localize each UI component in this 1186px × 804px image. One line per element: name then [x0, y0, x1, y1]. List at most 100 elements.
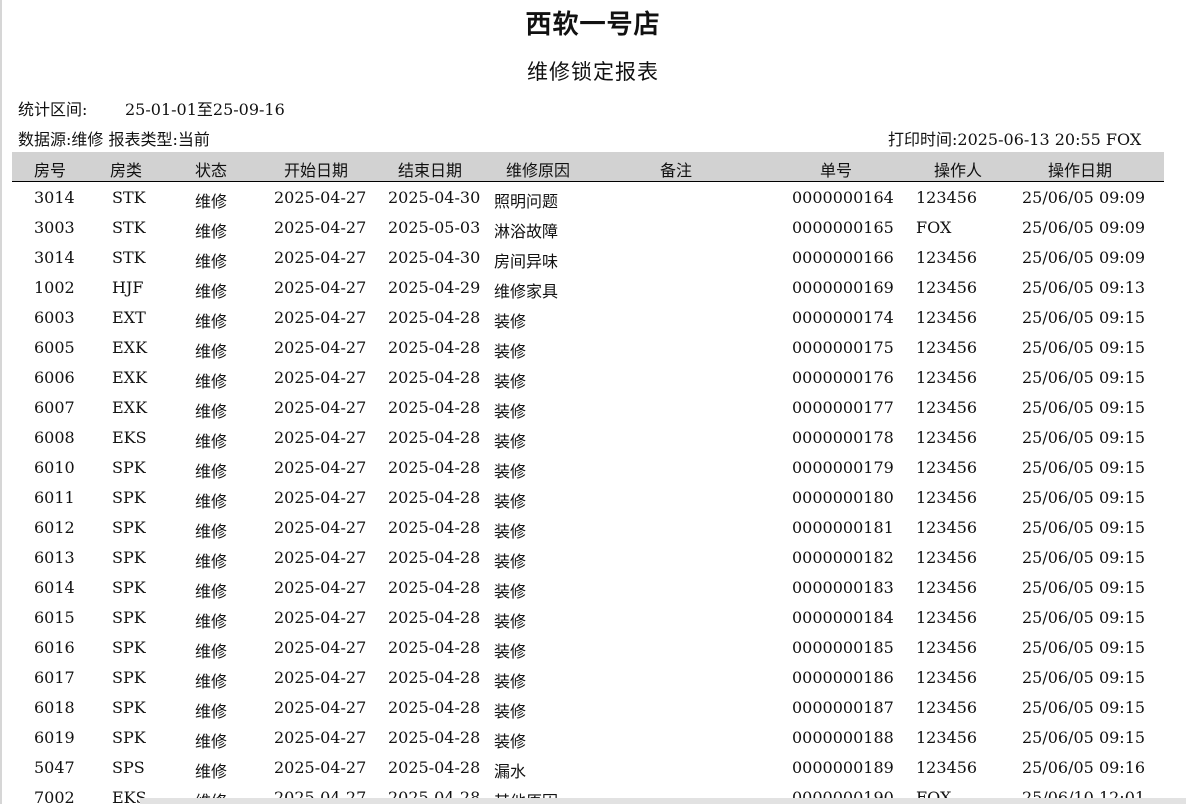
data-source-info: 数据源:维修 报表类型:当前: [18, 130, 210, 149]
cell-room: 6015: [34, 608, 75, 627]
cell-room-type: EXT: [112, 308, 146, 327]
cell-status: 维修: [195, 402, 228, 421]
table-row[interactable]: 6008 EKS 维修 2025-04-27 2025-04-28 装修 000000017…: [12, 423, 1164, 453]
bottom-scrollbar[interactable]: [140, 798, 1186, 804]
cell-reason: 装修: [494, 432, 527, 451]
cell-reason: 装修: [494, 492, 527, 511]
cell-reason: 装修: [494, 522, 527, 541]
cell-room: 6011: [34, 488, 75, 507]
cell-room: 6005: [34, 338, 75, 357]
table-row[interactable]: 3003 STK 维修 2025-04-27 2025-05-03 淋浴故障 0000000…: [12, 213, 1164, 243]
cell-operator: 123456: [916, 338, 978, 357]
table-row[interactable]: 6013 SPK 维修 2025-04-27 2025-04-28 装修 000000018…: [12, 543, 1164, 573]
cell-reason: 装修: [494, 642, 527, 661]
cell-status: 维修: [195, 522, 228, 541]
table-row[interactable]: 6005 EXK 维修 2025-04-27 2025-04-28 装修 000000017…: [12, 333, 1164, 363]
table-row[interactable]: 3014 STK 维修 2025-04-27 2025-04-30 照明问题 0000000…: [12, 183, 1164, 213]
cell-number: 0000000165: [792, 218, 894, 237]
cell-room-type: SPK: [112, 638, 146, 657]
table-row[interactable]: 6015 SPK 维修 2025-04-27 2025-04-28 装修 000000018…: [12, 603, 1164, 633]
cell-room: 3014: [34, 188, 75, 207]
table-row[interactable]: 6016 SPK 维修 2025-04-27 2025-04-28 装修 000000018…: [12, 633, 1164, 663]
table-row[interactable]: 6018 SPK 维修 2025-04-27 2025-04-28 装修 000000018…: [12, 693, 1164, 723]
cell-status: 维修: [195, 372, 228, 391]
table-row[interactable]: 6007 EXK 维修 2025-04-27 2025-04-28 装修 000000017…: [12, 393, 1164, 423]
header-number[interactable]: 单号: [820, 157, 852, 181]
cell-room-type: SPK: [112, 668, 146, 687]
cell-status: 维修: [195, 432, 228, 451]
cell-operation-date: 25/06/05 09:15: [1022, 608, 1146, 627]
cell-status: 维修: [195, 672, 228, 691]
table-row[interactable]: 6012 SPK 维修 2025-04-27 2025-04-28 装修 000000018…: [12, 513, 1164, 543]
cell-room: 1002: [34, 278, 75, 297]
header-status[interactable]: 状态: [195, 157, 227, 181]
cell-end-date: 2025-04-28: [388, 698, 481, 717]
cell-number: 0000000184: [792, 608, 894, 627]
range-value: 25-01-01至25-09-16: [125, 100, 285, 119]
cell-operator: 123456: [916, 458, 978, 477]
cell-number: 0000000180: [792, 488, 894, 507]
cell-end-date: 2025-04-28: [388, 548, 481, 567]
cell-start-date: 2025-04-27: [274, 428, 367, 447]
cell-operator: 123456: [916, 578, 978, 597]
cell-room-type: SPK: [112, 458, 146, 477]
cell-operator: 123456: [916, 368, 978, 387]
table-row[interactable]: 6011 SPK 维修 2025-04-27 2025-04-28 装修 000000018…: [12, 483, 1164, 513]
report-title: 西软一号店: [525, 10, 661, 40]
table-row[interactable]: 6017 SPK 维修 2025-04-27 2025-04-28 装修 000000018…: [12, 663, 1164, 693]
table-row[interactable]: 6006 EXK 维修 2025-04-27 2025-04-28 装修 000000017…: [12, 363, 1164, 393]
cell-operation-date: 25/06/05 09:15: [1022, 698, 1146, 717]
cell-reason: 装修: [494, 342, 527, 361]
cell-room-type: EXK: [112, 368, 148, 387]
cell-reason: 装修: [494, 552, 527, 571]
cell-number: 0000000166: [792, 248, 894, 267]
cell-reason: 装修: [494, 582, 527, 601]
cell-room: 3014: [34, 248, 75, 267]
table-row[interactable]: 5047 SPS 维修 2025-04-27 2025-04-28 漏水 000000018…: [12, 753, 1164, 783]
header-room[interactable]: 房号: [34, 157, 66, 181]
cell-number: 0000000177: [792, 398, 894, 417]
cell-number: 0000000179: [792, 458, 894, 477]
print-time: 打印时间:2025-06-13 20:55 FOX: [888, 130, 1142, 149]
header-operator[interactable]: 操作人: [934, 157, 982, 181]
cell-reason: 维修家具: [494, 282, 559, 301]
table-row[interactable]: 6010 SPK 维修 2025-04-27 2025-04-28 装修 000000017…: [12, 453, 1164, 483]
header-reason[interactable]: 维修原因: [506, 157, 570, 181]
table-row[interactable]: 1002 HJF 维修 2025-04-27 2025-04-29 维修家具 0000000…: [12, 273, 1164, 303]
cell-reason: 装修: [494, 612, 527, 631]
table-row[interactable]: 3014 STK 维修 2025-04-27 2025-04-30 房间异味 0000000…: [12, 243, 1164, 273]
cell-room-type: EKS: [112, 428, 147, 447]
range-label: 统计区间:: [18, 100, 88, 119]
cell-start-date: 2025-04-27: [274, 218, 367, 237]
cell-number: 0000000181: [792, 518, 894, 537]
cell-number: 0000000175: [792, 338, 894, 357]
cell-reason: 照明问题: [494, 192, 559, 211]
cell-number: 0000000186: [792, 668, 894, 687]
cell-status: 维修: [195, 732, 228, 751]
cell-reason: 漏水: [494, 762, 527, 781]
cell-status: 维修: [195, 282, 228, 301]
table-row[interactable]: 6019 SPK 维修 2025-04-27 2025-04-28 装修 000000018…: [12, 723, 1164, 753]
table-row[interactable]: 6014 SPK 维修 2025-04-27 2025-04-28 装修 000000018…: [12, 573, 1164, 603]
cell-operator: 123456: [916, 548, 978, 567]
header-note[interactable]: 备注: [660, 157, 692, 181]
cell-room-type: SPK: [112, 608, 146, 627]
table-body: 3014 STK 维修 2025-04-27 2025-04-30 照明问题 0000000…: [12, 183, 1164, 804]
cell-room: 6017: [34, 668, 75, 687]
header-end-date[interactable]: 结束日期: [398, 157, 462, 181]
cell-end-date: 2025-04-28: [388, 518, 481, 537]
header-room-type[interactable]: 房类: [110, 157, 142, 181]
cell-room: 5047: [34, 758, 75, 777]
cell-start-date: 2025-04-27: [274, 758, 367, 777]
cell-operation-date: 25/06/05 09:15: [1022, 548, 1146, 567]
cell-start-date: 2025-04-27: [274, 188, 367, 207]
cell-start-date: 2025-04-27: [274, 728, 367, 747]
cell-reason: 装修: [494, 312, 527, 331]
header-start-date[interactable]: 开始日期: [284, 157, 348, 181]
cell-operation-date: 25/06/05 09:15: [1022, 428, 1146, 447]
cell-number: 0000000185: [792, 638, 894, 657]
table-row[interactable]: 6003 EXT 维修 2025-04-27 2025-04-28 装修 000000017…: [12, 303, 1164, 333]
cell-status: 维修: [195, 192, 228, 211]
header-operation-date[interactable]: 操作日期: [1048, 157, 1112, 181]
cell-operation-date: 25/06/05 09:15: [1022, 668, 1146, 687]
